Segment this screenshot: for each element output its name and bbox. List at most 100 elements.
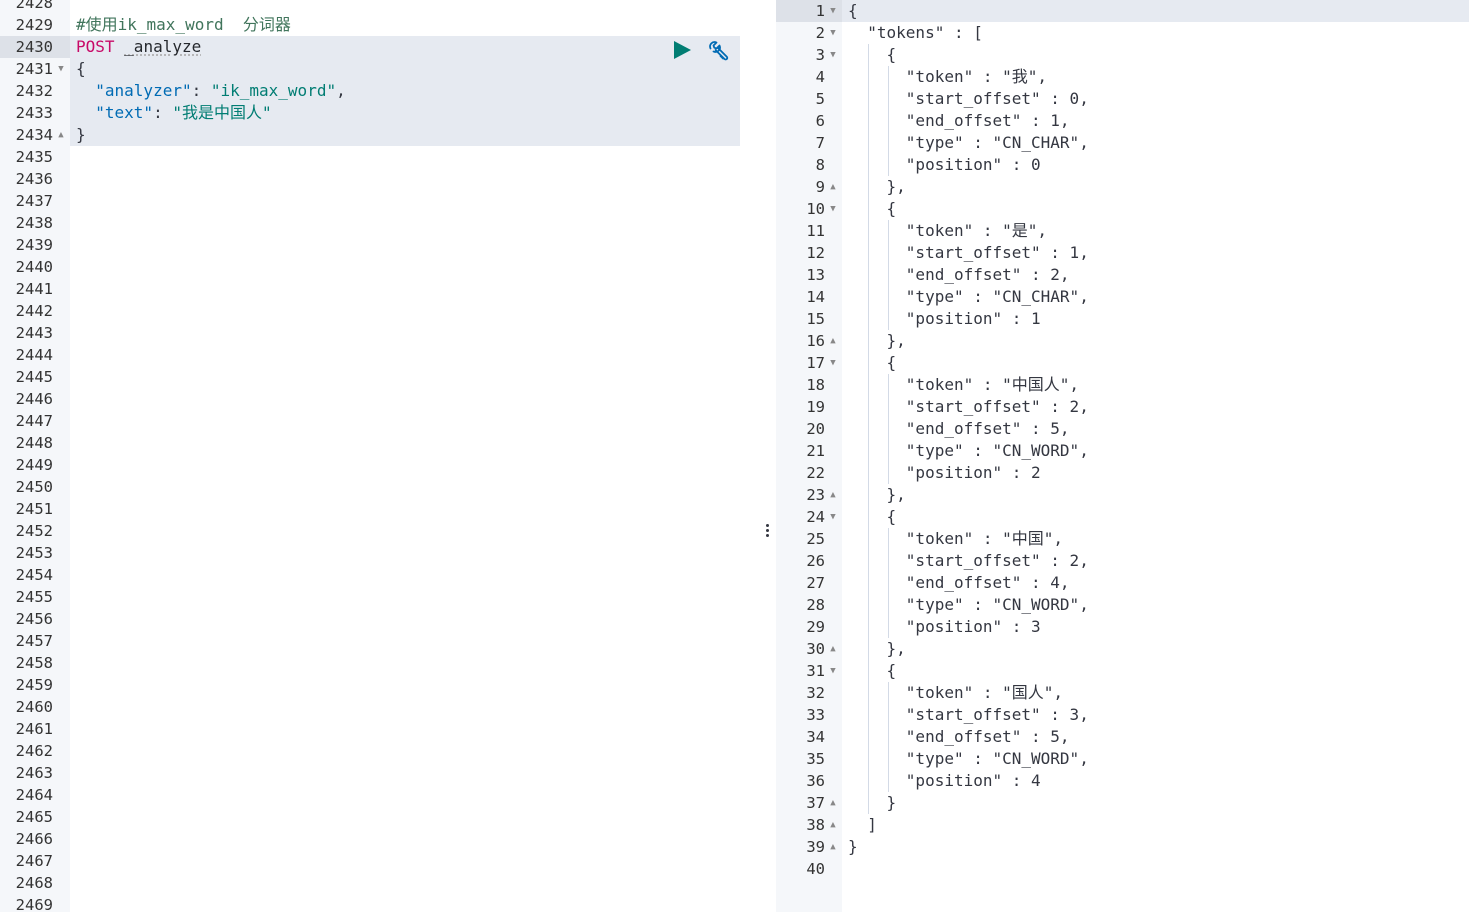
request-settings-button[interactable] xyxy=(706,39,730,63)
response-line: 30 ▲ }, xyxy=(776,638,1469,660)
line-number: 2450 xyxy=(15,478,53,496)
request-line[interactable]: 2443 xyxy=(0,322,760,344)
request-line[interactable]: 2445 xyxy=(0,366,760,388)
request-line[interactable]: 2430 POST _analyze xyxy=(0,36,760,58)
line-number: 2436 xyxy=(15,170,53,188)
run-request-button[interactable] xyxy=(671,39,693,61)
line-number: 37 xyxy=(806,794,825,812)
request-line[interactable]: 2451 xyxy=(0,498,760,520)
line-number: 2432 xyxy=(15,82,53,100)
response-line: 9 ▲ }, xyxy=(776,176,1469,198)
line-number: 2437 xyxy=(15,192,53,210)
fold-collapse-icon[interactable]: ▼ xyxy=(828,352,838,374)
line-number: 2465 xyxy=(15,808,53,826)
request-line[interactable]: 2442 xyxy=(0,300,760,322)
request-line[interactable]: 2466 xyxy=(0,828,760,850)
line-number: 2446 xyxy=(15,390,53,408)
request-line[interactable]: 2446 xyxy=(0,388,760,410)
request-line[interactable]: 2464 xyxy=(0,784,760,806)
response-code: "token" : "国人", xyxy=(848,683,1064,702)
request-line[interactable]: 2468 xyxy=(0,872,760,894)
request-line[interactable]: 2449 xyxy=(0,454,760,476)
request-line[interactable]: 2459 xyxy=(0,674,760,696)
fold-collapse-icon[interactable]: ▼ xyxy=(828,44,838,66)
request-line[interactable]: 2460 xyxy=(0,696,760,718)
response-line: 12 "start_offset" : 1, xyxy=(776,242,1469,264)
fold-expand-icon[interactable]: ▲ xyxy=(828,484,838,506)
request-line[interactable]: 2447 xyxy=(0,410,760,432)
request-line[interactable]: 2444 xyxy=(0,344,760,366)
request-line[interactable]: 2440 xyxy=(0,256,760,278)
fold-collapse-icon[interactable]: ▼ xyxy=(828,660,838,682)
line-number: 28 xyxy=(806,596,825,614)
request-line[interactable]: 2454 xyxy=(0,564,760,586)
fold-collapse-icon[interactable]: ▼ xyxy=(828,0,838,22)
request-line[interactable]: 2432 "analyzer": "ik_max_word", xyxy=(0,80,760,102)
response-line: 39 ▲} xyxy=(776,836,1469,858)
response-code: "end_offset" : 1, xyxy=(848,111,1070,130)
fold-expand-icon[interactable]: ▲ xyxy=(828,176,838,198)
request-line[interactable]: 2455 xyxy=(0,586,760,608)
response-code: { xyxy=(848,353,897,372)
request-line[interactable]: 2452 xyxy=(0,520,760,542)
request-line[interactable]: 2453 xyxy=(0,542,760,564)
code-token-plain: , xyxy=(336,81,346,100)
request-line[interactable]: 2448 xyxy=(0,432,760,454)
wrench-icon xyxy=(709,41,729,61)
fold-collapse-icon[interactable]: ▼ xyxy=(56,58,66,80)
response-code: }, xyxy=(848,331,906,350)
request-line[interactable]: 2450 xyxy=(0,476,760,498)
response-line: 13 "end_offset" : 2, xyxy=(776,264,1469,286)
request-line[interactable]: 2429 #使用ik_max_word 分词器 xyxy=(0,14,760,36)
code-token-key: "text" xyxy=(95,103,154,122)
fold-collapse-icon[interactable]: ▼ xyxy=(828,22,838,44)
request-line[interactable]: 2458 xyxy=(0,652,760,674)
request-line[interactable]: 2465 xyxy=(0,806,760,828)
code-token-plain: { xyxy=(76,59,86,78)
request-line[interactable]: 2436 xyxy=(0,168,760,190)
request-line[interactable]: 2431 ▼ { xyxy=(0,58,760,80)
vertical-ellipsis-icon[interactable] xyxy=(764,523,770,543)
response-line: 5 "start_offset" : 0, xyxy=(776,88,1469,110)
request-line[interactable]: 2439 xyxy=(0,234,760,256)
fold-expand-icon[interactable]: ▲ xyxy=(828,330,838,352)
request-editor[interactable]: 2428 2429 #使用ik_max_word 分词器 2430 POST _anal… xyxy=(0,0,760,912)
response-code: { xyxy=(848,1,858,20)
request-line[interactable]: 2463 xyxy=(0,762,760,784)
code-token-plain: : xyxy=(153,103,173,122)
request-line[interactable]: 2456 xyxy=(0,608,760,630)
request-line[interactable]: 2441 xyxy=(0,278,760,300)
request-line[interactable]: 2438 xyxy=(0,212,760,234)
line-number: 27 xyxy=(806,574,825,592)
fold-expand-icon[interactable]: ▲ xyxy=(56,124,66,146)
line-number: 26 xyxy=(806,552,825,570)
fold-expand-icon[interactable]: ▲ xyxy=(828,836,838,858)
request-line[interactable]: 2433 "text": "我是中国人" xyxy=(0,102,760,124)
fold-collapse-icon[interactable]: ▼ xyxy=(828,198,838,220)
request-line[interactable]: 2437 xyxy=(0,190,760,212)
fold-expand-icon[interactable]: ▲ xyxy=(828,792,838,814)
request-line[interactable]: 2469 xyxy=(0,894,760,912)
line-number: 31 xyxy=(806,662,825,680)
request-line[interactable]: 2467 xyxy=(0,850,760,872)
fold-expand-icon[interactable]: ▲ xyxy=(828,814,838,836)
response-code: "token" : "中国", xyxy=(848,529,1064,548)
fold-expand-icon[interactable]: ▲ xyxy=(828,638,838,660)
line-number: 2460 xyxy=(15,698,53,716)
fold-collapse-icon[interactable]: ▼ xyxy=(828,506,838,528)
response-code: "start_offset" : 0, xyxy=(848,89,1089,108)
response-code: ] xyxy=(848,815,877,834)
response-code: "position" : 3 xyxy=(848,617,1041,636)
line-number: 38 xyxy=(806,816,825,834)
response-line: 26 "start_offset" : 2, xyxy=(776,550,1469,572)
response-viewer[interactable]: 1 ▼{2 ▼ "tokens" : [3 ▼ {4 "token" : "我", 5 … xyxy=(776,0,1469,912)
request-line[interactable]: 2461 xyxy=(0,718,760,740)
code-token-plain: : xyxy=(191,81,211,100)
indent-guide xyxy=(888,528,889,638)
request-line[interactable]: 2457 xyxy=(0,630,760,652)
request-line[interactable]: 2435 xyxy=(0,146,760,168)
request-line[interactable]: 2434 ▲} xyxy=(0,124,760,146)
request-line[interactable]: 2428 xyxy=(0,0,760,14)
line-number: 14 xyxy=(806,288,825,306)
request-line[interactable]: 2462 xyxy=(0,740,760,762)
